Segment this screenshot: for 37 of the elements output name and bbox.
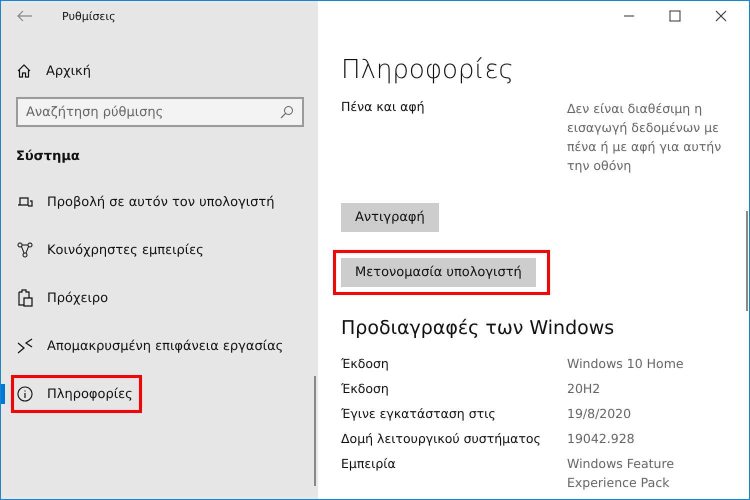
property-value: Windows Feature Experience Pack [567,455,676,492]
maximize-icon[interactable] [669,10,681,22]
section-heading: Προδιαγραφές των Windows [341,317,616,339]
property-label: Δομή λειτουργικού συστήματος [341,430,542,448]
property-value: Δεν είναι διαθέσιμη η εισαγωγή δεδομένων με πένα ή με αφή για αυτήν την οθόνη [567,100,722,175]
remote-icon [17,338,33,354]
nav-item[interactable]: Κοινόχρηστες εμπειρίες [11,231,213,269]
property-label: Έκδοση [341,355,390,373]
action-button[interactable]: Μετονομασία υπολογιστή [341,258,536,287]
scrollbar[interactable] [746,211,748,311]
info-icon [17,386,33,402]
home-icon [16,63,32,79]
property-label: Έγινε εγκατάσταση στις [341,405,497,423]
property-value: Windows 10 Home [567,355,685,373]
home-nav-item[interactable]: Αρχική [16,63,91,79]
nav-item[interactable]: Πληροφορίες [11,375,142,413]
nav-item[interactable]: Απομακρυσμένη επιφάνεια εργασίας [11,327,292,365]
nav-item[interactable]: Πρόχειρο [11,278,118,318]
nav-item[interactable]: Προβολή σε αυτόν τον υπολογιστή [11,184,284,220]
section-heading: Σύστημα [16,149,80,164]
window-title: Ρυθμίσεις [62,10,116,22]
property-value: 20H2 [567,380,602,398]
property-value: 19/8/2020 [567,405,632,423]
search-icon [280,105,294,119]
page-title: Πληροφορίες [341,55,515,85]
laptop-icon [17,195,33,209]
property-label: Πένα και αφή [341,99,426,116]
property-value: 19042.928 [567,430,636,448]
share-icon [17,242,33,258]
property-label: Εμπειρία [341,455,397,473]
close-icon[interactable] [715,10,727,22]
scrollbar[interactable] [314,376,316,486]
back-icon[interactable] [17,10,33,22]
search-field[interactable]: Αναζήτηση ρύθμισης [16,97,304,127]
property-label: Έκδοση [341,380,390,398]
clipboard-icon [17,289,33,307]
action-button[interactable]: Αντιγραφή [341,203,439,232]
